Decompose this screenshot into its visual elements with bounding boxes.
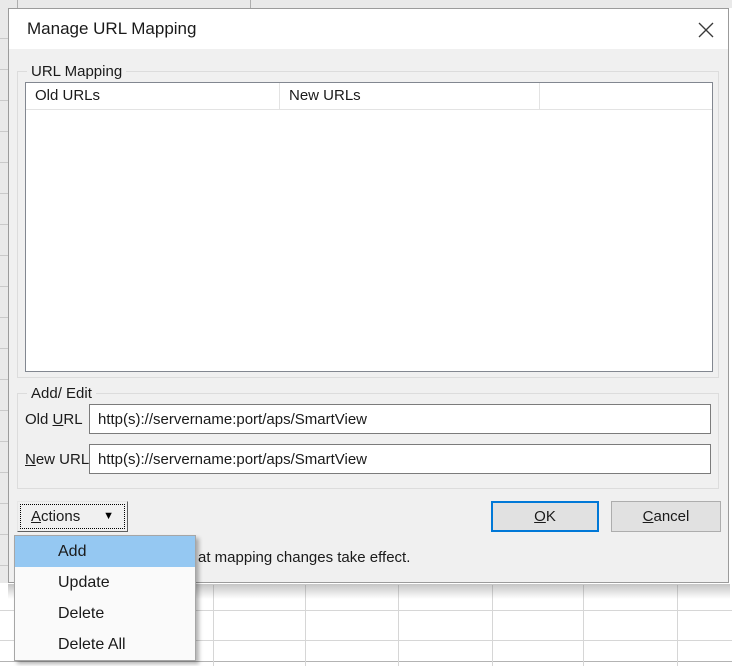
chevron-down-icon: ▼ (103, 510, 114, 522)
menu-item-delete[interactable]: Delete (15, 598, 195, 629)
actions-label-mnemonic: A (31, 508, 42, 525)
actions-dropdown-button[interactable]: Actions ▼ (17, 501, 128, 532)
menu-item-delete-all[interactable]: Delete All (15, 629, 195, 660)
column-header-old-urls[interactable]: Old URLs (26, 83, 279, 110)
close-x-glyph (698, 22, 714, 38)
menu-item-update[interactable]: Update (15, 567, 195, 598)
old-url-label-pre: Old (25, 411, 53, 428)
close-icon[interactable] (694, 18, 718, 42)
excel-gridline (250, 0, 251, 8)
column-header-new-urls[interactable]: New URLs (279, 83, 539, 110)
old-url-label-rest: RL (63, 411, 83, 428)
actions-dropdown-menu: Add Update Delete Delete All (14, 535, 196, 661)
excel-background-top (0, 0, 732, 8)
dialog-title: Manage URL Mapping (27, 19, 197, 38)
excel-gridline (0, 661, 732, 662)
actions-button-label: Actions (31, 508, 80, 525)
new-url-label-rest: ew URL (35, 451, 90, 468)
new-url-label-mnemonic: N (25, 451, 36, 468)
column-header-empty (539, 83, 712, 110)
ok-label-mnemonic: O (534, 508, 546, 525)
url-mapping-group-label: URL Mapping (27, 63, 127, 80)
restart-note-text: at mapping changes take effect. (198, 549, 411, 566)
actions-label-rest: ctions (41, 508, 81, 525)
menu-item-add[interactable]: Add (15, 536, 195, 567)
excel-background-left (0, 8, 8, 583)
old-url-label-mnemonic: U (52, 411, 64, 428)
new-url-label: New URL (25, 451, 89, 468)
dialog-titlebar[interactable]: Manage URL Mapping (9, 9, 728, 49)
old-url-input[interactable] (89, 404, 711, 434)
ok-button-label: OK (534, 508, 556, 525)
screen: Manage URL Mapping URL Mapping Old URLs … (0, 0, 732, 666)
cancel-label-mnemonic: C (642, 508, 654, 525)
list-header: Old URLs New URLs (26, 83, 712, 110)
old-url-label: Old URL (25, 411, 83, 428)
cancel-button-label: Cancel (643, 508, 690, 525)
add-edit-group-label: Add/ Edit (27, 385, 96, 402)
cancel-button[interactable]: Cancel (611, 501, 721, 532)
ok-button[interactable]: OK (491, 501, 599, 532)
excel-gridline (17, 0, 18, 8)
cancel-label-rest: ancel (653, 508, 690, 525)
new-url-input[interactable] (89, 444, 711, 474)
manage-url-mapping-dialog: Manage URL Mapping URL Mapping Old URLs … (8, 8, 729, 583)
ok-label-rest: K (545, 508, 556, 525)
url-mapping-list[interactable]: Old URLs New URLs (25, 82, 713, 372)
